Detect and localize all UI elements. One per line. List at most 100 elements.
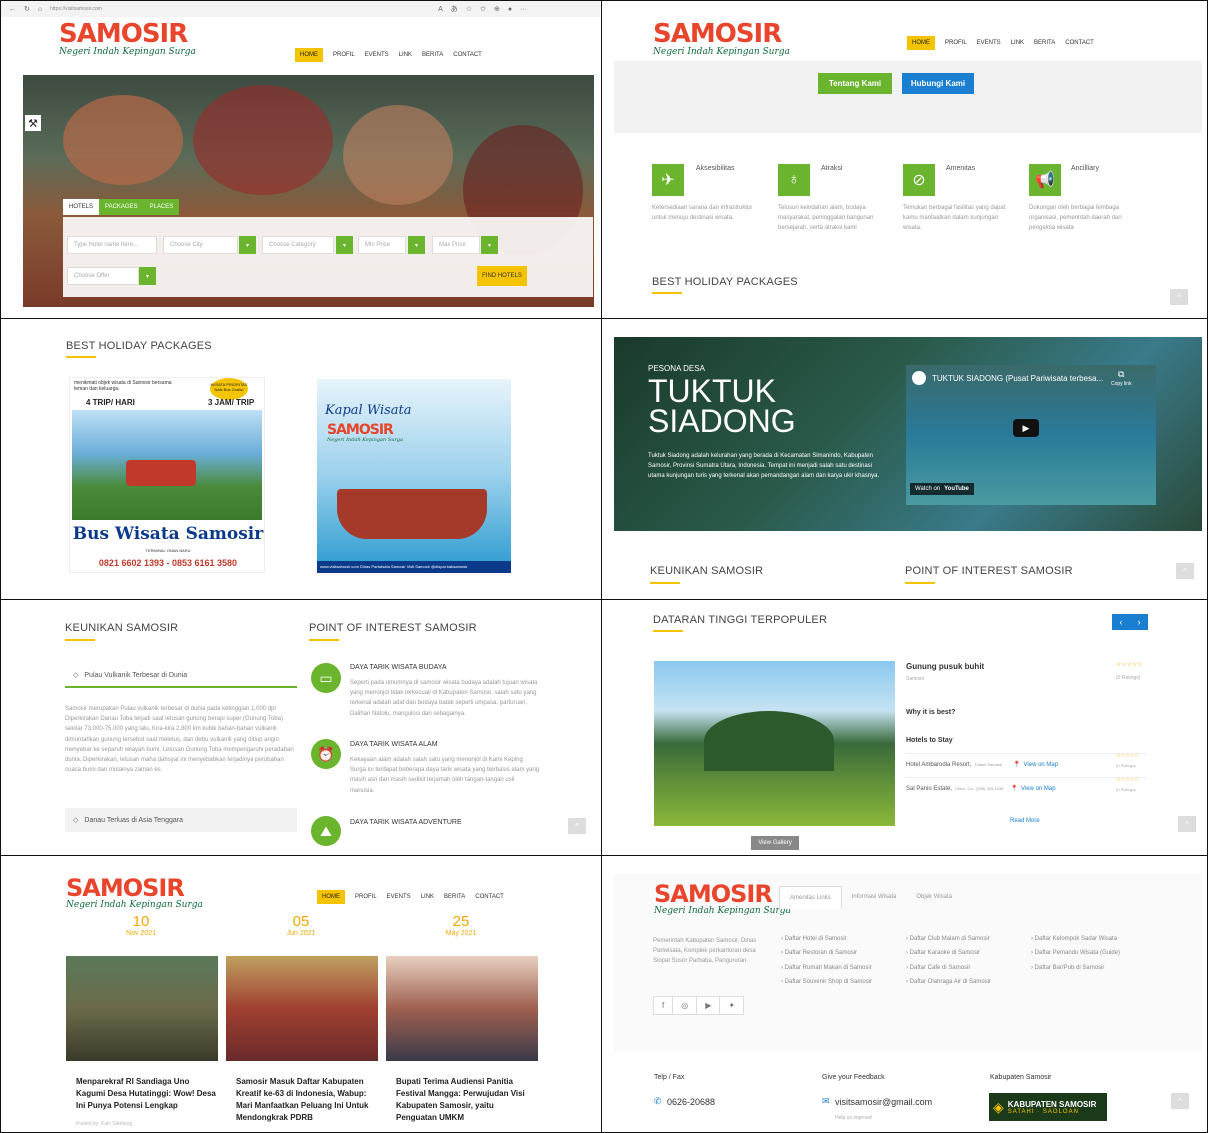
- back-icon[interactable]: ←: [9, 6, 16, 13]
- youtube-video[interactable]: TUKTUK SIADONG (Pusat Pariwisata terbesa…: [906, 365, 1156, 505]
- footer-link[interactable]: › Daftar Souvenir Shop di Samosir: [781, 975, 872, 989]
- nav-berita[interactable]: BERITA: [444, 894, 465, 900]
- find-hotels-button[interactable]: FIND HOTELS: [477, 266, 527, 286]
- footer-link[interactable]: › Daftar Rumah Makan di Samosir: [781, 961, 872, 975]
- more-icon[interactable]: ···: [520, 6, 527, 13]
- favorite-icon[interactable]: ☆: [466, 5, 472, 13]
- nav-events[interactable]: EVENTS: [977, 40, 1001, 46]
- read-more-link[interactable]: Read More: [1010, 818, 1040, 824]
- accordion-item-open[interactable]: ◇ Pulau Vulkanik Terbesar di Dunia: [65, 664, 297, 688]
- video-title[interactable]: TUKTUK SIADONG (Pusat Pariwisata terbesa…: [932, 374, 1103, 383]
- view-gallery-button[interactable]: View Gallery: [751, 836, 799, 850]
- translate-icon[interactable]: あ: [451, 4, 458, 14]
- copy-link-icon[interactable]: ⧉: [1118, 369, 1124, 380]
- footer-link[interactable]: › Daftar Bar/Pub di Samosir: [1031, 961, 1120, 975]
- site-logo[interactable]: SAMOSIR Negeri Indah Kepingan Surga: [59, 21, 196, 57]
- footer-link[interactable]: › Daftar Club Malam di Samosir: [906, 932, 991, 946]
- contact-button[interactable]: Hubungi Kami: [902, 73, 974, 94]
- scroll-top-button[interactable]: ^: [1171, 1093, 1189, 1109]
- nav-events[interactable]: EVENTS: [387, 894, 411, 900]
- scroll-top-button[interactable]: ^: [1170, 289, 1188, 305]
- nav-events[interactable]: EVENTS: [365, 52, 389, 58]
- city-select[interactable]: Choose City: [163, 236, 238, 254]
- url-field[interactable]: https://visitsamosir.com: [50, 6, 430, 12]
- category-select[interactable]: Choose Category: [262, 236, 334, 254]
- site-logo[interactable]: SAMOSIR Negeri Indah Kepingan Surga: [66, 876, 203, 910]
- scroll-top-button[interactable]: ^: [1178, 816, 1196, 832]
- nav-profil[interactable]: PROFIL: [355, 894, 377, 900]
- nav-home[interactable]: HOME: [295, 48, 323, 62]
- scroll-top-button[interactable]: ^: [568, 818, 586, 834]
- copy-link-label[interactable]: Copy link: [1111, 381, 1132, 387]
- footer-link[interactable]: › Daftar Cafe di Samosir: [906, 961, 991, 975]
- facebook-icon[interactable]: f: [654, 997, 674, 1014]
- footer-link[interactable]: › Daftar Restoran di Samosir: [781, 946, 872, 960]
- youtube-icon[interactable]: ▶: [697, 997, 721, 1014]
- nav-link[interactable]: LINK: [421, 894, 434, 900]
- footer-link[interactable]: › Daftar Kelompok Sadar Wisata: [1031, 932, 1120, 946]
- nav-link[interactable]: LINK: [1011, 40, 1024, 46]
- news-photo[interactable]: [66, 956, 218, 1061]
- kabupaten-badge[interactable]: ◈ KABUPATEN SAMOSIR SATAHI · SAOLOAN: [989, 1093, 1107, 1121]
- instagram-icon[interactable]: ◎: [673, 997, 698, 1014]
- max-dropdown-icon[interactable]: ▾: [481, 236, 498, 254]
- scroll-top-button[interactable]: ^: [1176, 563, 1194, 579]
- nav-link[interactable]: LINK: [399, 52, 412, 58]
- nav-contact[interactable]: CONTACT: [453, 52, 482, 58]
- tab-amenitas[interactable]: Amenitas Links: [779, 886, 842, 909]
- footer-link[interactable]: › Daftar Hotel di Samosir: [781, 932, 872, 946]
- next-arrow-icon[interactable]: ›: [1130, 614, 1148, 630]
- favorites-bar-icon[interactable]: ✩: [480, 5, 486, 13]
- news-photo[interactable]: [386, 956, 538, 1061]
- tab-keunikan[interactable]: KEUNIKAN SAMOSIR: [650, 565, 763, 577]
- about-button[interactable]: Tentang Kami: [818, 73, 892, 94]
- news-title[interactable]: Menparekraf RI Sandiaga Uno Kagumi Desa …: [76, 1076, 216, 1112]
- offer-dropdown-icon[interactable]: ▾: [139, 267, 156, 285]
- place-name[interactable]: Gunung pusuk buhit: [906, 662, 984, 671]
- city-dropdown-icon[interactable]: ▾: [239, 236, 256, 254]
- tab-packages[interactable]: PACKAGES: [99, 199, 144, 215]
- hotel-name-input[interactable]: Type Hotel name here...: [67, 236, 157, 254]
- max-price-select[interactable]: Max Price: [432, 236, 480, 254]
- news-title[interactable]: Bupati Terima Audiensi Panitia Festival …: [396, 1076, 536, 1124]
- site-logo[interactable]: SAMOSIR Negeri Indah Kepingan Surga: [653, 21, 790, 57]
- view-on-map-link[interactable]: View on Map: [1024, 762, 1059, 768]
- tab-poi[interactable]: POINT OF INTEREST SAMOSIR: [905, 565, 1073, 577]
- boat-poster[interactable]: Kapal Wisata SAMOSIR Negeri Indah Kepinga…: [317, 379, 511, 573]
- nav-berita[interactable]: BERITA: [422, 52, 443, 58]
- footer-link[interactable]: › Daftar Karaoke di Samosir: [906, 946, 991, 960]
- nav-berita[interactable]: BERITA: [1034, 40, 1055, 46]
- tool-icon[interactable]: ⚒: [25, 115, 41, 131]
- home-icon[interactable]: ⌂: [38, 6, 42, 13]
- nav-contact[interactable]: CONTACT: [475, 894, 504, 900]
- profile-icon[interactable]: ●: [508, 6, 512, 13]
- nav-home[interactable]: HOME: [317, 890, 345, 904]
- footer-link[interactable]: › Daftar Olahraga Air di Samosir: [906, 975, 991, 989]
- offer-select[interactable]: Choose Offer: [67, 267, 139, 285]
- refresh-icon[interactable]: ↻: [24, 5, 30, 13]
- view-on-map-link[interactable]: View on Map: [1021, 786, 1056, 792]
- nav-profil[interactable]: PROFIL: [333, 52, 355, 58]
- extension-icon[interactable]: ⊕: [494, 5, 500, 13]
- tab-objek[interactable]: Objek Wisata: [906, 886, 962, 909]
- twitter-icon[interactable]: ✦: [720, 997, 743, 1014]
- category-dropdown-icon[interactable]: ▾: [336, 236, 353, 254]
- email-link[interactable]: visitsamosir@gmail.com: [835, 1097, 932, 1107]
- play-button-icon[interactable]: ▶: [1013, 419, 1039, 437]
- min-price-select[interactable]: Min Price: [358, 236, 406, 254]
- nav-profil[interactable]: PROFIL: [945, 40, 967, 46]
- footer-link[interactable]: › Daftar Pemandu Wisata (Guide): [1031, 946, 1120, 960]
- prev-arrow-icon[interactable]: ‹: [1112, 614, 1130, 630]
- tab-places[interactable]: PLACES: [143, 199, 180, 215]
- min-dropdown-icon[interactable]: ▾: [408, 236, 425, 254]
- tab-informasi[interactable]: Informasi Wisata: [842, 886, 907, 909]
- nav-home[interactable]: HOME: [907, 36, 935, 50]
- bus-poster[interactable]: menikmati objek wisata di Samosir bersam…: [69, 377, 265, 573]
- nav-contact[interactable]: CONTACT: [1065, 40, 1094, 46]
- accordion-item-closed[interactable]: ◇ Danau Terluas di Asia Tenggara: [65, 808, 297, 832]
- tab-hotels[interactable]: HOTELS: [63, 199, 100, 215]
- site-logo[interactable]: SAMOSIR Negeri Indah Kepingan Surga: [654, 882, 791, 916]
- watch-on-youtube[interactable]: Watch on YouTube: [910, 483, 974, 495]
- reader-icon[interactable]: A: [438, 6, 443, 13]
- news-title[interactable]: Samosir Masuk Daftar Kabupaten Kreatif k…: [236, 1076, 376, 1124]
